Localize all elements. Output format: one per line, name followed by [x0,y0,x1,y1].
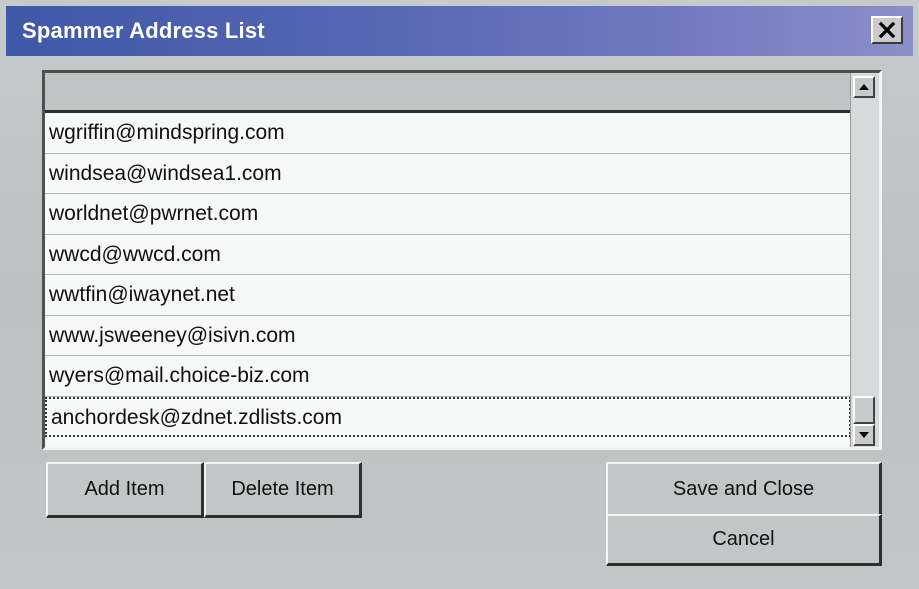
list-item[interactable]: worldnet@pwrnet.com [45,194,851,235]
add-item-button[interactable]: Add Item [46,462,204,518]
save-and-close-button[interactable]: Save and Close [606,462,882,518]
scroll-down-button[interactable] [853,424,875,446]
spammer-address-dialog: Spammer Address List wgriffin@mindspring… [0,0,919,589]
scroll-up-button[interactable] [853,76,875,98]
delete-item-button[interactable]: Delete Item [204,462,362,518]
title-bar[interactable]: Spammer Address List [6,6,913,56]
address-rows: wgriffin@mindspring.com windsea@windsea1… [45,113,851,437]
list-item[interactable]: wgriffin@mindspring.com [45,113,851,154]
list-item[interactable]: windsea@windsea1.com [45,154,851,194]
arrow-down-icon [859,432,869,438]
list-item[interactable]: wyers@mail.choice-biz.com [45,356,851,397]
scroll-thumb[interactable] [853,396,875,424]
close-icon [878,22,896,38]
list-item[interactable]: wwtfin@iwaynet.net [45,275,851,316]
list-item[interactable]: wwcd@wwcd.com [45,235,851,275]
close-button[interactable] [871,16,903,44]
list-item-selected[interactable]: anchordesk@zdnet.zdlists.com [45,396,851,437]
window-title: Spammer Address List [22,18,265,43]
list-header [45,73,851,113]
arrow-up-icon [859,84,869,90]
cancel-button[interactable]: Cancel [606,514,882,566]
vertical-scrollbar[interactable] [850,73,879,447]
address-listbox[interactable]: wgriffin@mindspring.com windsea@windsea1… [42,70,882,450]
list-item[interactable]: www.jsweeney@isivn.com [45,316,851,356]
